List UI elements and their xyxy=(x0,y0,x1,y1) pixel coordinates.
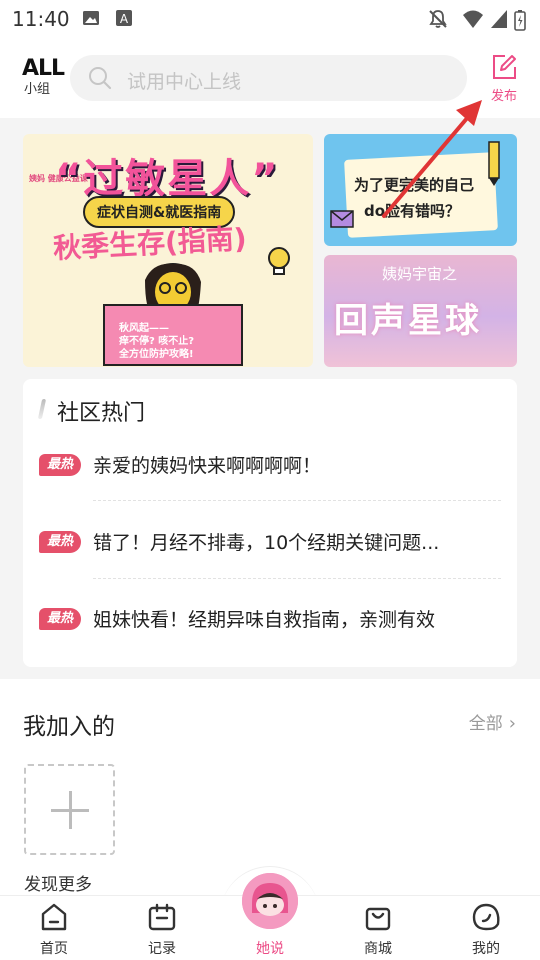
hot-badge: 最热 xyxy=(39,608,81,630)
banner-echo-planet[interactable]: 姨妈宇宙之 回声星球 xyxy=(324,255,517,367)
svg-text:A: A xyxy=(120,12,129,26)
tab-record[interactable]: 记录 xyxy=(122,896,202,960)
she-says-center-icon[interactable] xyxy=(242,873,298,929)
calendar-icon xyxy=(148,903,176,931)
chevron-right-icon: › xyxy=(508,713,516,734)
hot-item[interactable]: 最热 姐妹快看！经期异味自救指南，亲测有效 xyxy=(23,608,517,668)
brand-subtitle: 小组 xyxy=(23,82,50,97)
banner-book-text: 秋风起—— 痒不停? 咳不止? 全方位防护攻略! xyxy=(119,323,195,360)
girl-avatar-icon xyxy=(242,873,298,929)
banner-allergy[interactable]: 姨妈 健康公益课 “过敏星人” 症状自测&就医指南 秋季生存(指南) 秋风起——… xyxy=(23,134,313,367)
profile-icon xyxy=(472,903,500,931)
hot-item-title: 姐妹快看！经期异味自救指南，亲测有效 xyxy=(93,609,436,631)
search-icon xyxy=(89,67,112,90)
shopping-bag-icon xyxy=(365,907,391,931)
tab-mall[interactable]: 商城 xyxy=(338,896,418,960)
red-arrow-annotation xyxy=(382,100,482,218)
tab-mine[interactable]: 我的 xyxy=(446,896,526,960)
view-all-link[interactable]: 全部 › xyxy=(469,709,516,734)
home-icon xyxy=(41,903,67,931)
joined-title: 我加入的 xyxy=(23,714,115,740)
envelope-icon xyxy=(330,210,354,228)
add-group-button[interactable] xyxy=(24,764,115,855)
divider xyxy=(93,500,501,501)
section-accent-bar xyxy=(37,399,47,419)
banner-echo-title: 回声星球 xyxy=(334,301,482,341)
wifi-icon xyxy=(463,10,483,28)
battery-icon xyxy=(514,10,526,31)
lightbulb-icon xyxy=(268,247,290,275)
hot-item[interactable]: 最热 错了！月经不排毒，10个经期关键问题... xyxy=(23,531,517,591)
tab-home[interactable]: 首页 xyxy=(14,896,94,960)
view-all-label: 全部 xyxy=(468,714,503,734)
community-hot-title: 社区热门 xyxy=(57,401,146,426)
divider xyxy=(93,578,501,579)
tab-label: 记录 xyxy=(148,941,176,957)
brand-title: ALL xyxy=(22,56,65,81)
tab-label: 她说 xyxy=(256,941,284,957)
status-time: 11:40 xyxy=(12,7,70,31)
tab-label: 商城 xyxy=(364,941,392,957)
publish-label: 发布 xyxy=(490,89,517,104)
search-placeholder: 试用中心上线 xyxy=(127,71,242,93)
group-brand[interactable]: ALL 小组 xyxy=(22,56,65,98)
joined-section: 我加入的 全部 › 发现更多 xyxy=(0,679,540,895)
mute-icon xyxy=(429,10,447,28)
hot-item-title: 亲爱的姨妈快来啊啊啊啊！ xyxy=(93,455,322,477)
community-hot-card: 社区热门 最热 亲爱的姨妈快来啊啊啊啊！ 最热 错了！月经不排毒，10个经期关键… xyxy=(23,379,517,667)
tab-label: 首页 xyxy=(40,941,68,957)
tab-label: 我的 xyxy=(472,941,500,957)
hot-badge: 最热 xyxy=(39,531,81,553)
status-bar: 11:40 A xyxy=(0,0,540,38)
banner-echo-logo: 姨妈宇宙之 xyxy=(382,265,458,283)
hot-item-title: 错了！月经不排毒，10个经期关键问题... xyxy=(93,532,440,554)
publish-button[interactable]: 发布 xyxy=(484,54,524,104)
hot-badge: 最热 xyxy=(39,454,81,476)
discover-more-label: 发现更多 xyxy=(24,875,92,895)
gallery-icon xyxy=(83,11,99,25)
font-icon: A xyxy=(116,10,132,26)
signal-icon xyxy=(491,10,507,28)
hot-item[interactable]: 最热 亲爱的姨妈快来啊啊啊啊！ xyxy=(23,454,517,514)
edit-icon xyxy=(493,55,516,79)
